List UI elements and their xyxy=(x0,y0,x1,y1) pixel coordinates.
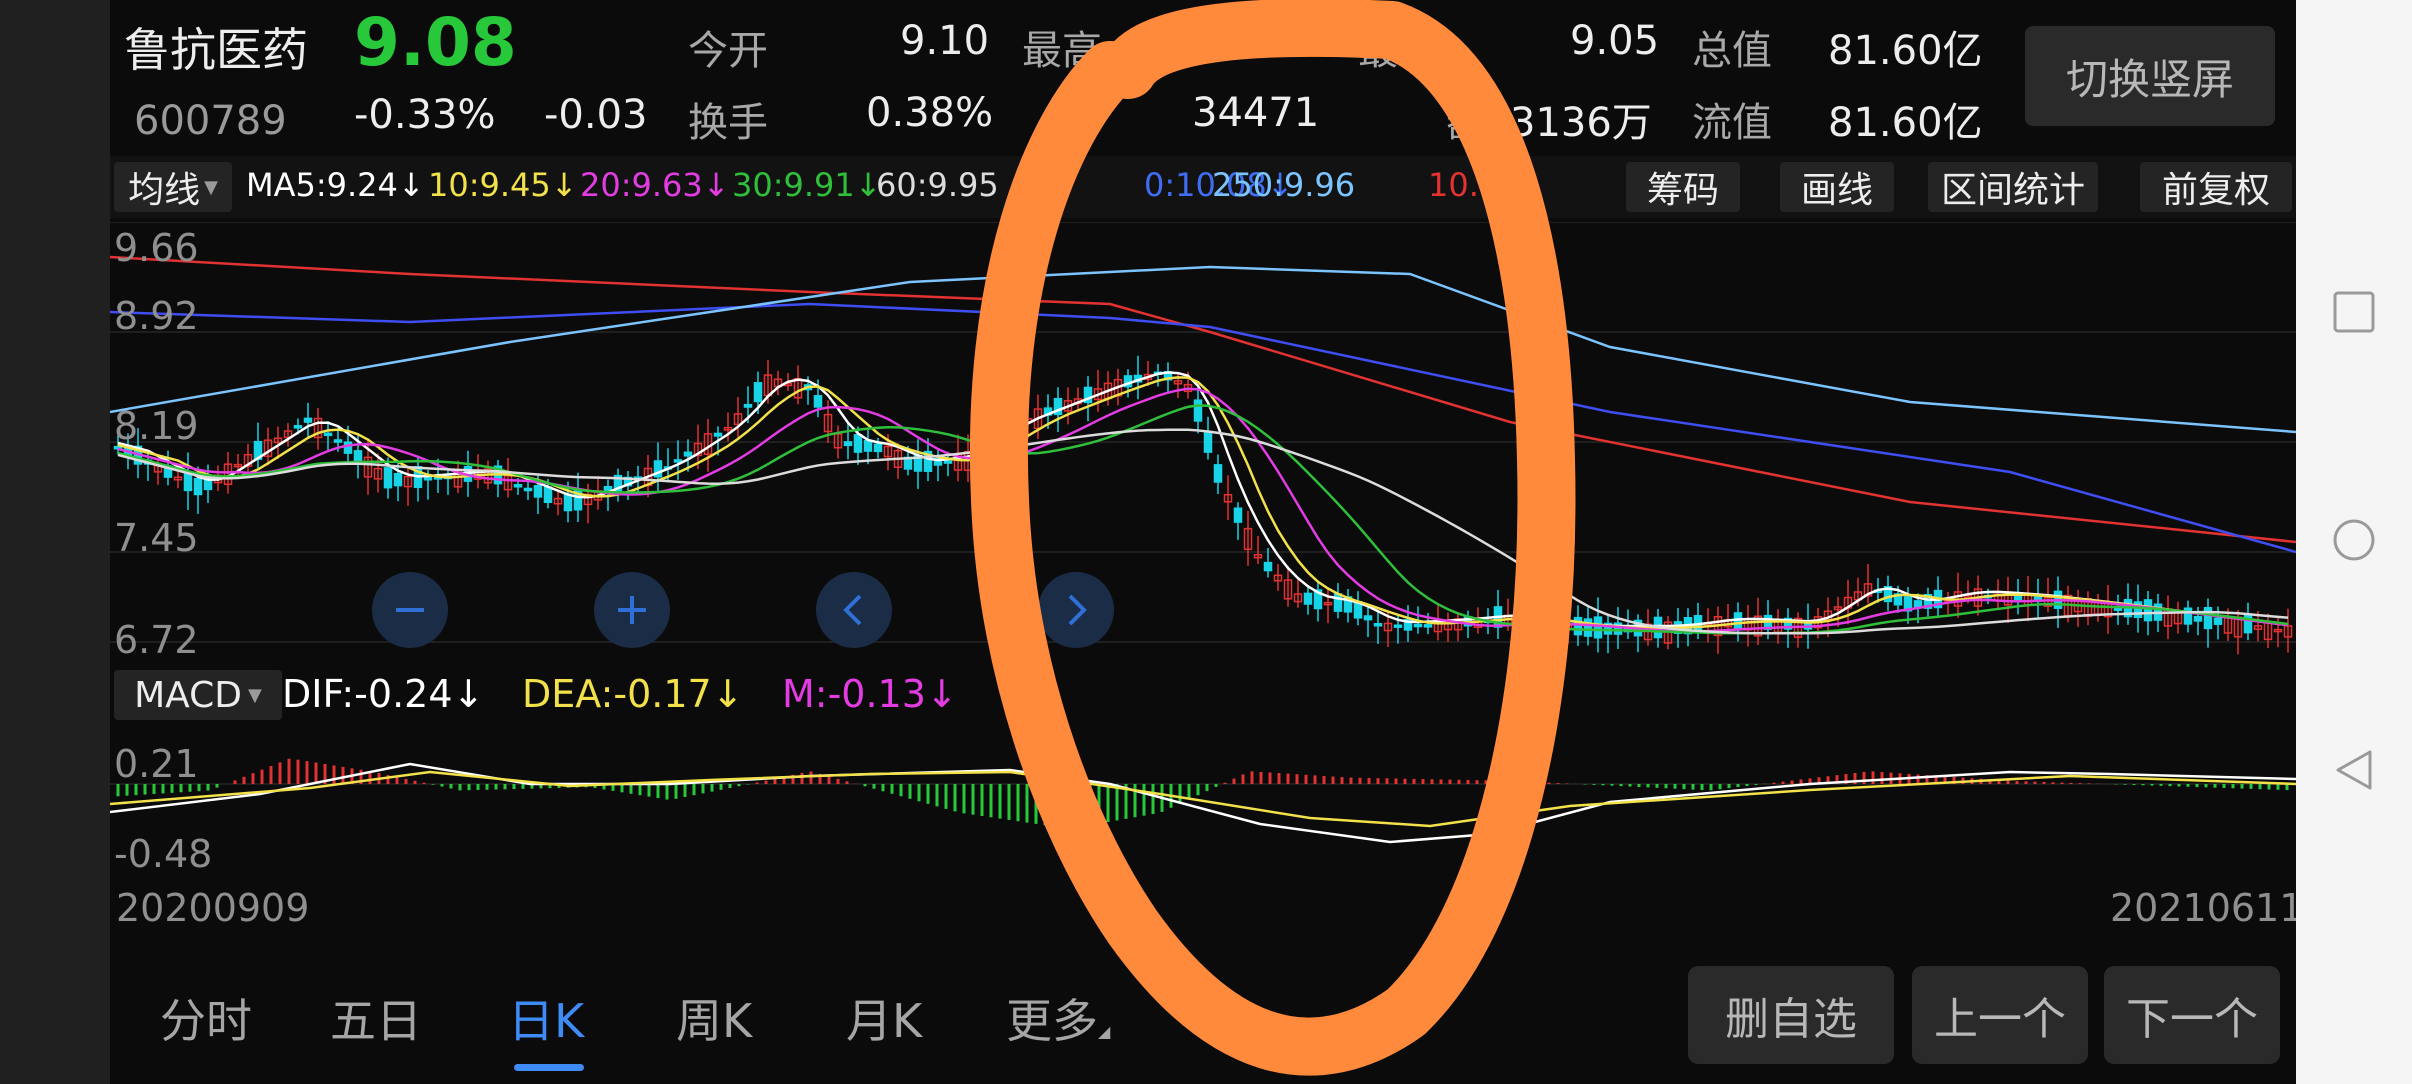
home-icon[interactable] xyxy=(2332,518,2376,562)
back-icon[interactable] xyxy=(2332,748,2376,792)
left-system-bar xyxy=(0,0,110,1084)
recent-apps-icon[interactable] xyxy=(2332,290,2376,334)
stock-chart-screen: 鲁抗医药 9.08 600789 -0.33% -0.03 今开 9.10 最高… xyxy=(110,0,2303,1084)
hand-drawn-circle-annotation xyxy=(969,0,1576,1076)
